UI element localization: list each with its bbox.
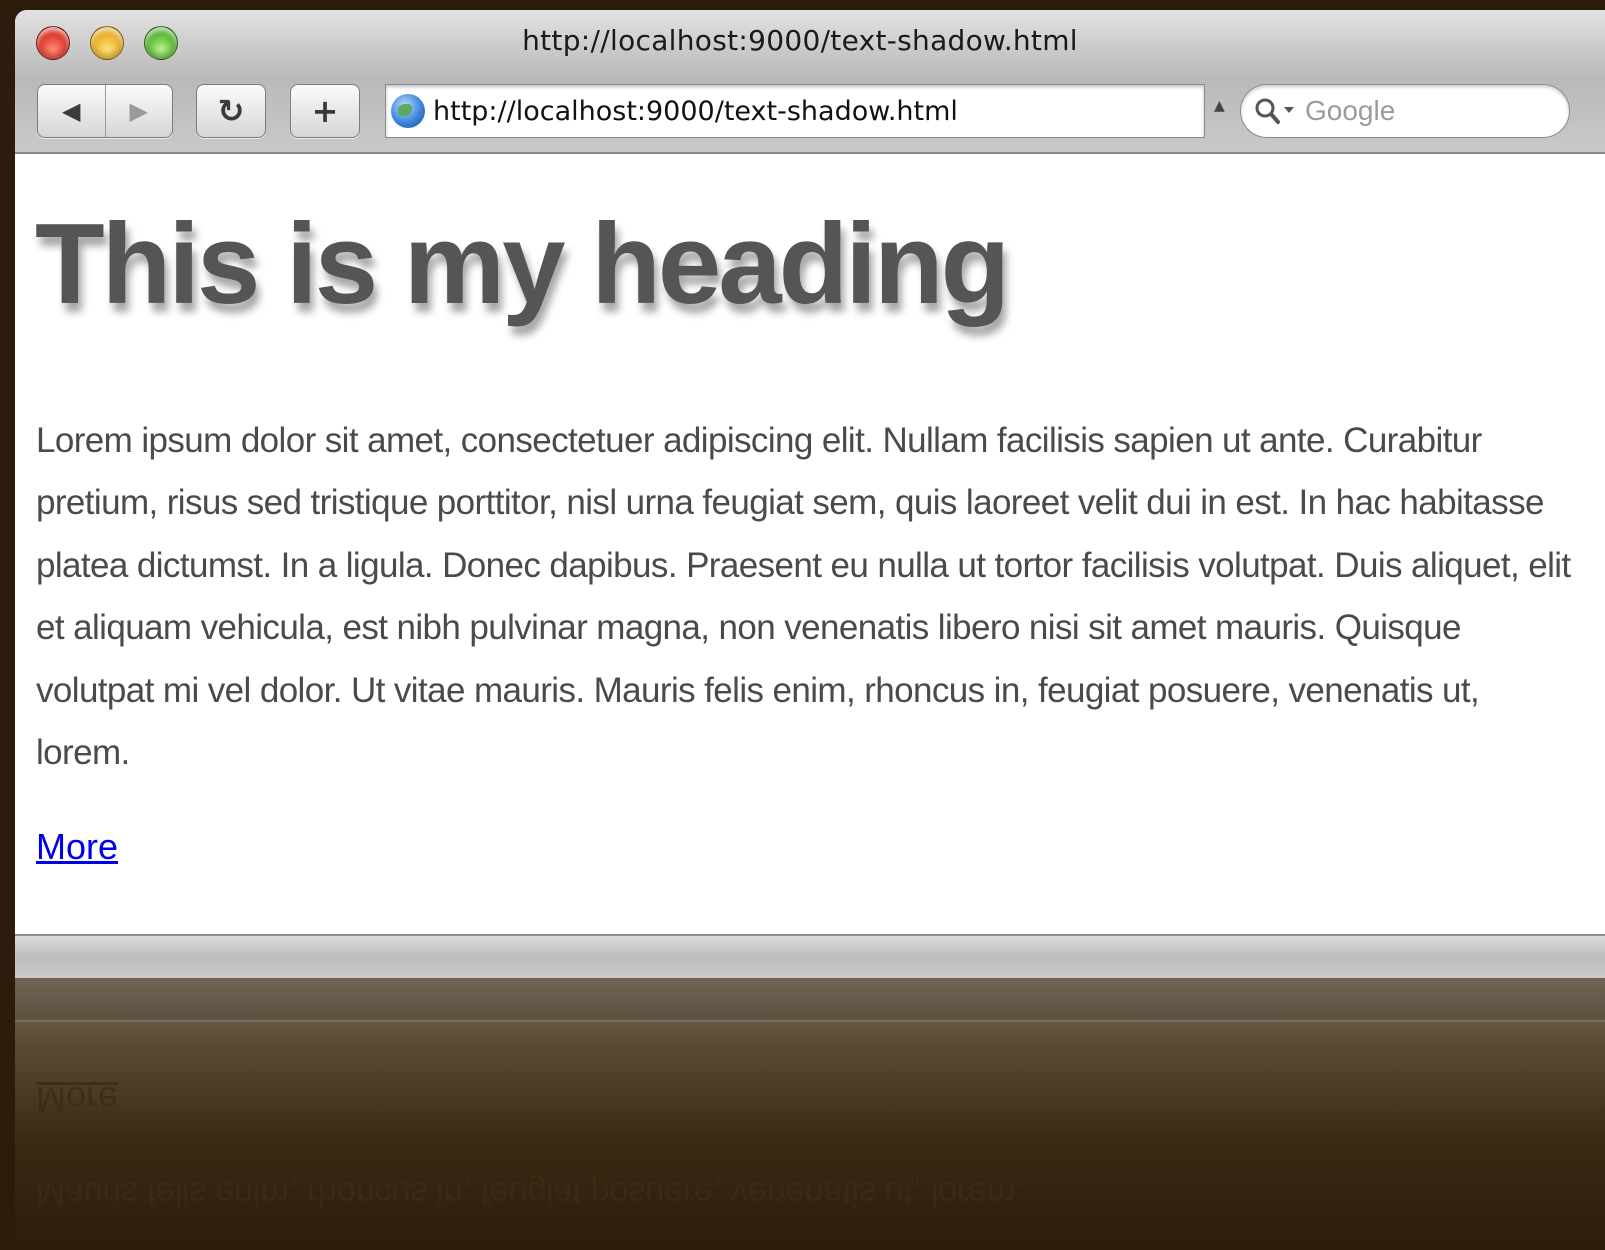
- search-placeholder: Google: [1305, 95, 1396, 126]
- snapback-icon[interactable]: ▲: [1214, 98, 1225, 114]
- add-bookmark-button[interactable]: +: [290, 84, 360, 138]
- body-paragraph: Lorem ipsum dolor sit amet, consectetuer…: [36, 421, 1571, 773]
- page-heading: This is my heading: [35, 201, 1010, 328]
- browser-window: http://localhost:9000/text-shadow.html ◀…: [15, 10, 1605, 1000]
- globe-icon: [391, 94, 425, 128]
- more-link[interactable]: More: [36, 826, 118, 868]
- page-content: This is my heading Lorem ipsum dolor sit…: [15, 154, 1605, 934]
- title-bar: http://localhost:9000/text-shadow.html ◀…: [15, 10, 1605, 154]
- window-title: http://localhost:9000/text-shadow.html: [522, 24, 1078, 57]
- search-icon: [1253, 96, 1297, 126]
- status-bar: [15, 934, 1605, 978]
- search-field[interactable]: Google: [1240, 84, 1570, 138]
- forward-button[interactable]: ▶: [104, 85, 173, 137]
- reload-button[interactable]: ↻: [196, 84, 266, 138]
- back-forward-buttons: ◀ ▶: [37, 84, 173, 138]
- back-arrow-icon: ◀: [62, 97, 81, 125]
- back-button[interactable]: ◀: [38, 85, 105, 137]
- address-text: http://localhost:9000/text-shadow.html: [433, 95, 958, 127]
- address-bar[interactable]: http://localhost:9000/text-shadow.html: [385, 84, 1205, 138]
- forward-arrow-icon: ▶: [129, 97, 148, 125]
- window-reflection: More Mauris felis enim, rhoncus in, feug…: [15, 978, 1605, 1250]
- reflected-text-line: Mauris felis enim, rhoncus in, feugiat p…: [36, 1174, 1025, 1213]
- reflected-status-bar: [15, 978, 1605, 1022]
- reflected-more-link: More: [36, 1079, 119, 1120]
- reload-icon: ↻: [217, 92, 245, 130]
- plus-icon: +: [311, 92, 339, 130]
